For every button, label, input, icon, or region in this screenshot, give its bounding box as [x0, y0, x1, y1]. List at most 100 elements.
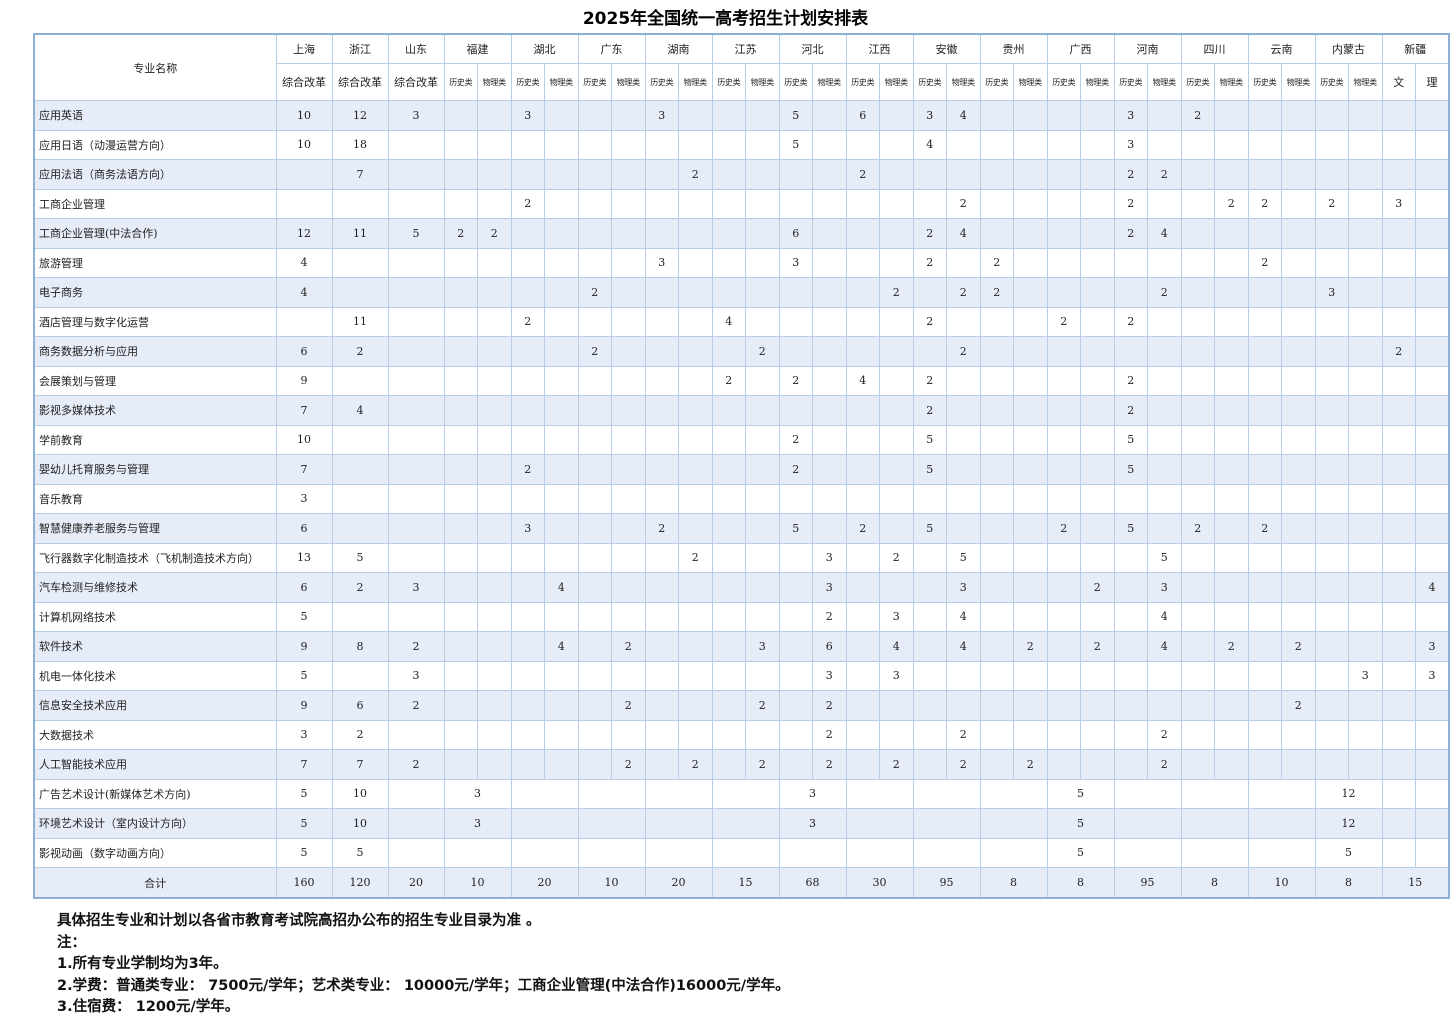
plan-count-cell [387, 778, 445, 809]
plan-count-cell: 5 [778, 513, 813, 544]
plan-count-cell [1147, 129, 1182, 160]
plan-count-cell [778, 660, 813, 691]
plan-count-cell [387, 808, 445, 839]
plan-count-cell: 3 [1348, 660, 1383, 691]
plan-count-cell [1415, 100, 1450, 131]
plan-count-cell [879, 336, 914, 367]
plan-count-cell [1013, 424, 1048, 455]
plan-count-cell [577, 159, 612, 190]
plan-count-cell [1281, 365, 1316, 396]
table-row: 广告艺术设计(新媒体艺术方向) 5 10 3 3 5 12 [33, 778, 1450, 809]
plan-count-cell [1415, 483, 1450, 514]
plan-count-cell [1415, 454, 1450, 485]
plan-count-cell [544, 483, 579, 514]
province-total-cell: 20 [387, 867, 445, 899]
plan-count-cell: 4 [879, 631, 914, 662]
plan-count-cell [544, 365, 579, 396]
province-total-cell: 8 [1314, 867, 1383, 899]
plan-count-cell [331, 365, 389, 396]
plan-count-cell [946, 513, 981, 544]
major-name-cell: 大数据技术 [33, 719, 277, 750]
plan-count-cell [577, 719, 612, 750]
plan-count-cell [678, 572, 713, 603]
plan-count-cell [577, 749, 612, 780]
plan-count-cell [1281, 129, 1316, 160]
plan-count-cell: 2 [1080, 631, 1115, 662]
plan-count-cell [443, 395, 478, 426]
plan-count-cell [1381, 306, 1416, 337]
province-header: 贵州 [979, 33, 1048, 64]
plan-count-cell [611, 513, 646, 544]
province-header: 湖北 [510, 33, 579, 64]
plan-count-cell [1348, 188, 1383, 219]
plan-count-cell [745, 601, 780, 632]
plan-count-cell [477, 542, 512, 573]
province-total-cell: 30 [845, 867, 914, 899]
plan-count-cell [745, 483, 780, 514]
plan-count-cell [678, 660, 713, 691]
table-row: 应用日语（动漫运营方向） 10 18 5 4 3 [33, 129, 1450, 160]
plan-count-cell [1214, 129, 1249, 160]
plan-count-cell [1147, 424, 1182, 455]
plan-count-cell [644, 631, 679, 662]
major-name-cell: 广告艺术设计(新媒体艺术方向) [33, 778, 277, 809]
plan-count-cell: 2 [1281, 631, 1316, 662]
plan-count-cell: 12 [1314, 808, 1383, 839]
plan-count-cell [1415, 218, 1450, 249]
plan-count-cell: 3 [1147, 572, 1182, 603]
plan-count-cell [711, 513, 746, 544]
plan-count-cell [331, 513, 389, 544]
plan-count-cell [1415, 336, 1450, 367]
table-row: 音乐教育 3 [33, 483, 1450, 514]
plan-count-cell [1046, 454, 1081, 485]
plan-count-cell [979, 719, 1014, 750]
table-row: 旅游管理 4 3 3 2 2 2 [33, 247, 1450, 278]
plan-count-cell [1113, 572, 1148, 603]
plan-count-cell: 2 [1113, 218, 1148, 249]
plan-count-cell [1314, 601, 1349, 632]
plan-count-cell: 2 [812, 719, 847, 750]
plan-count-cell [1046, 336, 1081, 367]
plan-count-cell: 3 [443, 778, 512, 809]
plan-count-cell: 4 [946, 100, 981, 131]
plan-count-cell [812, 483, 847, 514]
major-name-cell: 应用法语（商务法语方向） [33, 159, 277, 190]
plan-count-cell [477, 336, 512, 367]
plan-count-cell [644, 277, 679, 308]
plan-count-cell [946, 424, 981, 455]
plan-count-cell [1348, 395, 1383, 426]
plan-count-cell [845, 454, 880, 485]
plan-count-cell [611, 424, 646, 455]
notes-section: 具体招生专业和计划以各省市教育考试院高招办公布的招生专业目录为准 。注： 1.所有… [57, 911, 790, 1019]
plan-count-cell [477, 660, 512, 691]
plan-count-cell [879, 483, 914, 514]
plan-count-cell [1147, 365, 1182, 396]
plan-count-cell: 2 [510, 306, 545, 337]
table-row: 汽车检测与维修技术 6 2 3 4 3 3 2 3 4 [33, 572, 1450, 603]
plan-count-cell [577, 660, 612, 691]
plan-count-cell [1013, 247, 1048, 278]
plan-count-cell: 7 [331, 159, 389, 190]
plan-count-cell [812, 513, 847, 544]
plan-count-cell [1180, 837, 1249, 868]
plan-count-cell [1281, 660, 1316, 691]
plan-count-cell [812, 454, 847, 485]
plan-count-cell [979, 159, 1014, 190]
plan-count-cell [1281, 100, 1316, 131]
major-name-cell: 音乐教育 [33, 483, 277, 514]
province-total-cell: 10 [577, 867, 646, 899]
plan-count-cell [778, 631, 813, 662]
plan-count-cell [443, 454, 478, 485]
plan-count-cell [443, 336, 478, 367]
plan-count-cell [1180, 188, 1215, 219]
subject-type-header: 历史类 [577, 63, 612, 101]
plan-count-cell: 4 [544, 572, 579, 603]
plan-count-cell [510, 690, 545, 721]
plan-count-cell: 13 [275, 542, 333, 573]
plan-count-cell [1147, 247, 1182, 278]
plan-count-cell [477, 306, 512, 337]
province-header: 上海 [275, 33, 333, 64]
plan-count-cell: 4 [1147, 601, 1182, 632]
plan-count-cell [387, 837, 445, 868]
plan-count-cell [387, 365, 445, 396]
